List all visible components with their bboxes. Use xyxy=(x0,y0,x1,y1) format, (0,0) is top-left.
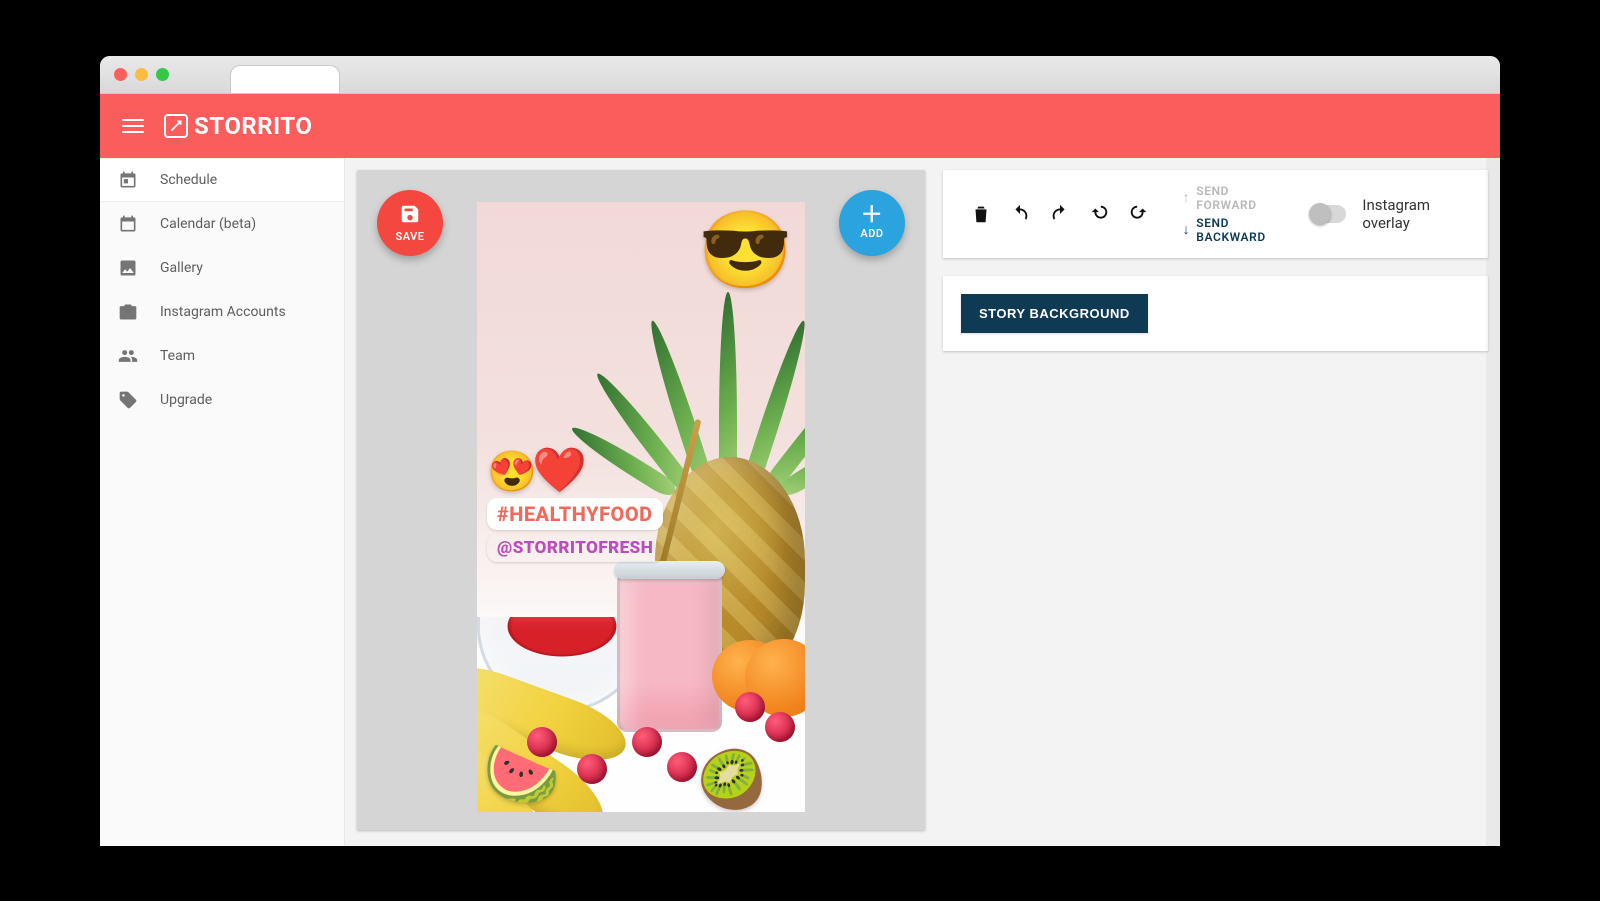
sidebar-item-calendar[interactable]: Calendar (beta) xyxy=(100,202,344,246)
send-backward-label: SEND BACKWARD xyxy=(1196,216,1289,244)
sidebar-item-gallery[interactable]: Gallery xyxy=(100,246,344,290)
browser-tab[interactable] xyxy=(230,65,340,93)
story-canvas[interactable]: 😎 😍 ❤️ 🍉 🥝 #HEALTHYFOOD @STORRITOFRESH xyxy=(477,202,805,812)
raspberry-graphic xyxy=(765,712,795,742)
mention-chip[interactable]: @STORRITOFRESH xyxy=(487,534,663,562)
rotate-cw-icon xyxy=(1128,203,1150,225)
story-background-button[interactable]: STORY BACKGROUND xyxy=(961,294,1148,333)
send-forward-label: SEND FORWARD xyxy=(1196,184,1289,212)
sidebar-item-schedule[interactable]: Schedule xyxy=(100,158,344,202)
editor-area: SAVE ＋ ADD xyxy=(345,158,1500,846)
sticker-watermelon-emoji[interactable]: 🍉 xyxy=(483,744,560,806)
close-window-dot[interactable] xyxy=(114,68,127,81)
raspberry-graphic xyxy=(577,754,607,784)
save-icon xyxy=(399,203,421,230)
team-icon xyxy=(118,346,138,366)
redo-icon xyxy=(1049,203,1071,225)
menu-icon[interactable] xyxy=(122,119,144,133)
rotate-right-button[interactable] xyxy=(1121,194,1157,234)
save-button[interactable]: SAVE xyxy=(377,190,443,256)
scrollbar[interactable] xyxy=(1486,158,1500,846)
brand-logo-icon xyxy=(164,114,188,138)
event-icon xyxy=(118,170,138,190)
sidebar-item-label: Instagram Accounts xyxy=(160,304,286,320)
sidebar-item-label: Upgrade xyxy=(160,392,212,408)
delete-button[interactable] xyxy=(963,194,999,234)
tag-icon xyxy=(118,390,138,410)
add-button[interactable]: ＋ ADD xyxy=(839,190,905,256)
sidebar-item-label: Schedule xyxy=(160,172,217,188)
rotate-left-button[interactable] xyxy=(1082,194,1118,234)
app-header: STORRITO xyxy=(100,94,1500,158)
raspberry-graphic xyxy=(667,752,697,782)
raspberry-graphic xyxy=(735,692,765,722)
send-backward-button[interactable]: ↓ SEND BACKWARD xyxy=(1183,216,1289,244)
brand: STORRITO xyxy=(164,112,312,140)
calendar-icon xyxy=(118,214,138,234)
sticker-kiwi-emoji[interactable]: 🥝 xyxy=(697,752,767,808)
background-panel: STORY BACKGROUND xyxy=(943,276,1488,351)
sticker-cool-emoji[interactable]: 😎 xyxy=(698,212,793,288)
brand-name: STORRITO xyxy=(194,112,312,140)
sidebar-item-accounts[interactable]: Instagram Accounts xyxy=(100,290,344,334)
raspberry-graphic xyxy=(632,727,662,757)
sidebar-item-label: Calendar (beta) xyxy=(160,216,256,232)
sidebar-item-team[interactable]: Team xyxy=(100,334,344,378)
trash-icon xyxy=(970,203,992,225)
send-forward-button[interactable]: ↑ SEND FORWARD xyxy=(1183,184,1289,212)
sidebar: Schedule Calendar (beta) Gallery Instagr… xyxy=(100,158,345,846)
maximize-window-dot[interactable] xyxy=(156,68,169,81)
plus-icon: ＋ xyxy=(861,205,884,227)
sticker-heart-emoji[interactable]: ❤️ xyxy=(532,448,587,492)
browser-window: STORRITO Schedule Calendar (beta) Galler… xyxy=(100,56,1500,846)
rotate-ccw-icon xyxy=(1088,203,1110,225)
canvas-card: SAVE ＋ ADD xyxy=(357,170,925,830)
minimize-window-dot[interactable] xyxy=(135,68,148,81)
arrow-down-icon: ↓ xyxy=(1183,221,1191,238)
add-button-label: ADD xyxy=(860,227,883,240)
redo-button[interactable] xyxy=(1042,194,1078,234)
undo-button[interactable] xyxy=(1003,194,1039,234)
instagram-overlay-label: Instagram overlay xyxy=(1362,196,1468,232)
sticker-hearteyes-emoji[interactable]: 😍 xyxy=(487,452,537,492)
save-button-label: SAVE xyxy=(396,230,425,243)
hashtag-chip[interactable]: #HEALTHYFOOD xyxy=(487,498,663,530)
editor-toolbar: ↑ SEND FORWARD ↓ SEND BACKWARD Instagram… xyxy=(943,170,1488,258)
window-controls xyxy=(114,68,169,81)
arrow-up-icon: ↑ xyxy=(1183,189,1191,206)
sidebar-item-label: Gallery xyxy=(160,260,203,276)
browser-chrome xyxy=(100,56,1500,94)
sidebar-item-label: Team xyxy=(160,348,195,364)
camera-icon xyxy=(118,302,138,322)
instagram-overlay-switch[interactable] xyxy=(1311,205,1347,223)
image-icon xyxy=(118,258,138,278)
sidebar-item-upgrade[interactable]: Upgrade xyxy=(100,378,344,422)
undo-icon xyxy=(1009,203,1031,225)
